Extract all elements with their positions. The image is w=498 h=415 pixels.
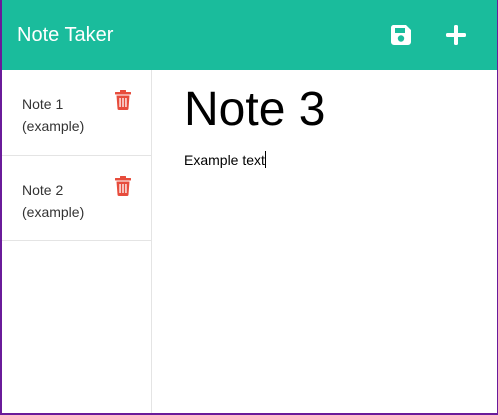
navbar-actions	[388, 0, 498, 70]
note-title-input[interactable]: Note 3	[184, 82, 325, 138]
note-text-area[interactable]: Example text	[184, 150, 266, 170]
add-note-button[interactable]	[443, 22, 469, 48]
floppy-disk-icon	[390, 25, 411, 45]
note-list-item-title[interactable]: Note 2 (example)	[22, 179, 102, 223]
app-brand[interactable]: Note Taker	[17, 24, 113, 47]
note-text-content: Example text	[184, 152, 265, 168]
trash-icon[interactable]	[115, 176, 131, 196]
save-note-button[interactable]	[388, 22, 414, 48]
note-list-item[interactable]: Note 1 (example)	[2, 70, 151, 156]
trash-icon[interactable]	[115, 90, 131, 110]
note-editor: Note 3 Example text	[152, 70, 496, 413]
text-cursor	[264, 151, 266, 168]
plus-icon	[446, 25, 466, 45]
navbar: Note Taker	[0, 0, 498, 70]
notes-sidebar: Note 1 (example) Note 2 (example)	[2, 70, 152, 413]
note-list-item-title[interactable]: Note 1 (example)	[22, 93, 102, 137]
note-list-item[interactable]: Note 2 (example)	[2, 156, 151, 241]
